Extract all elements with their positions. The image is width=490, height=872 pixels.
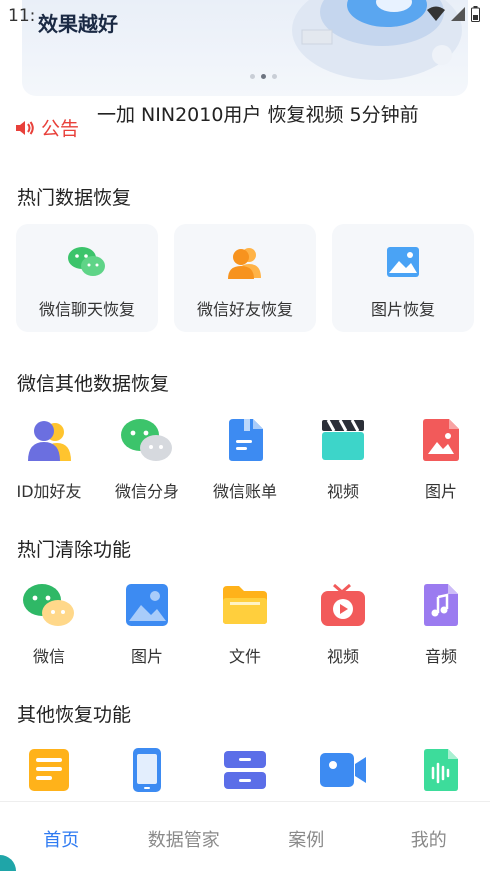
wechat-chat-icon bbox=[67, 245, 107, 279]
clean-video-label: 视频 bbox=[327, 643, 359, 667]
wechat-chat-recovery-card[interactable]: 微信聊天恢复 bbox=[16, 224, 158, 332]
id-add-friend-item[interactable]: ID加好友 bbox=[0, 416, 98, 502]
clean-audio-item[interactable]: 音频 bbox=[392, 581, 490, 667]
wechat-bill-label: 微信账单 bbox=[213, 478, 277, 502]
voice-recovery-item[interactable] bbox=[392, 746, 490, 794]
id-add-friend-label: ID加好友 bbox=[16, 478, 81, 502]
announcement-text: 一加 NIN2010用户 恢复视频 5分钟前 bbox=[97, 100, 419, 127]
wechat-friends-icon bbox=[227, 244, 263, 280]
wechat-clone-item[interactable]: 微信分身 bbox=[98, 416, 196, 502]
hot-recovery-title: 热门数据恢复 bbox=[17, 183, 131, 210]
speaker-icon bbox=[15, 119, 35, 137]
status-bar: 11: bbox=[0, 0, 490, 32]
clean-video-item[interactable]: 视频 bbox=[294, 581, 392, 667]
status-icons bbox=[427, 6, 480, 22]
tv-play-icon bbox=[320, 583, 366, 627]
folder-icon bbox=[222, 585, 268, 625]
cell-signal-icon bbox=[451, 6, 465, 22]
document-icon bbox=[28, 748, 70, 792]
tab-data-manager[interactable]: 数据管家 bbox=[123, 802, 246, 872]
wechat-other-title: 微信其他数据恢复 bbox=[17, 369, 169, 396]
clean-photo-label: 图片 bbox=[131, 643, 163, 667]
video-camera-icon bbox=[319, 752, 367, 788]
image-recovery-item[interactable]: 图片 bbox=[392, 416, 490, 502]
other-recovery-grid bbox=[0, 746, 490, 794]
other-recovery-title: 其他恢复功能 bbox=[17, 700, 131, 727]
wechat-friends-recovery-card[interactable]: 微信好友恢复 bbox=[174, 224, 316, 332]
pager-dot[interactable] bbox=[250, 74, 255, 79]
voice-file-icon bbox=[422, 748, 460, 792]
battery-icon bbox=[471, 6, 480, 22]
bottom-tab-bar: 首页 数据管家 案例 我的 bbox=[0, 801, 490, 872]
video-recovery-label: 视频 bbox=[327, 478, 359, 502]
storage-icon bbox=[223, 750, 267, 790]
announcement-label: 公告 bbox=[15, 114, 79, 141]
wechat-clone-icon bbox=[120, 417, 174, 463]
announcement-bar[interactable]: 公告 一加 NIN2010用户 恢复视频 5分钟前 bbox=[15, 100, 475, 150]
clean-wechat-item[interactable]: 微信 bbox=[0, 581, 98, 667]
phone-recovery-item[interactable] bbox=[98, 746, 196, 794]
wechat-chat-recovery-label: 微信聊天恢复 bbox=[39, 296, 135, 320]
video-clapper-icon bbox=[320, 418, 366, 462]
pager-dot[interactable] bbox=[272, 74, 277, 79]
audio-file-icon bbox=[422, 583, 460, 627]
picture-recovery-label: 图片恢复 bbox=[371, 296, 435, 320]
image-recovery-label: 图片 bbox=[425, 478, 457, 502]
hot-clean-grid: 微信 图片 文件 bbox=[0, 581, 490, 667]
clean-file-label: 文件 bbox=[229, 643, 261, 667]
tab-home[interactable]: 首页 bbox=[0, 802, 123, 872]
banner-pager bbox=[250, 74, 277, 79]
pager-dot-active[interactable] bbox=[261, 74, 266, 79]
photo-icon bbox=[125, 583, 169, 627]
tab-mine[interactable]: 我的 bbox=[368, 802, 490, 872]
phone-icon bbox=[132, 747, 162, 793]
video-camera-recovery-item[interactable] bbox=[294, 746, 392, 794]
wechat-other-grid: ID加好友 微信分身 微信账单 bbox=[0, 416, 490, 502]
hot-clean-title: 热门清除功能 bbox=[17, 535, 131, 562]
wechat-friends-recovery-label: 微信好友恢复 bbox=[197, 296, 293, 320]
storage-recovery-item[interactable] bbox=[196, 746, 294, 794]
wechat-clone-label: 微信分身 bbox=[115, 478, 179, 502]
video-recovery-item[interactable]: 视频 bbox=[294, 416, 392, 502]
clean-photo-item[interactable]: 图片 bbox=[98, 581, 196, 667]
picture-recovery-card[interactable]: 图片恢复 bbox=[332, 224, 474, 332]
clean-wechat-label: 微信 bbox=[33, 643, 65, 667]
status-time: 11: bbox=[8, 6, 35, 26]
wechat-bill-item[interactable]: 微信账单 bbox=[196, 416, 294, 502]
image-file-icon bbox=[421, 418, 461, 462]
clean-audio-label: 音频 bbox=[425, 643, 457, 667]
document-recovery-item[interactable] bbox=[0, 746, 98, 794]
clean-file-item[interactable]: 文件 bbox=[196, 581, 294, 667]
wechat-icon bbox=[22, 582, 76, 628]
wifi-icon bbox=[427, 6, 445, 22]
tab-cases[interactable]: 案例 bbox=[245, 802, 368, 872]
picture-icon bbox=[386, 246, 420, 278]
wechat-bill-icon bbox=[226, 418, 264, 462]
announcement-label-text: 公告 bbox=[41, 114, 79, 141]
id-add-friend-icon bbox=[26, 419, 72, 461]
